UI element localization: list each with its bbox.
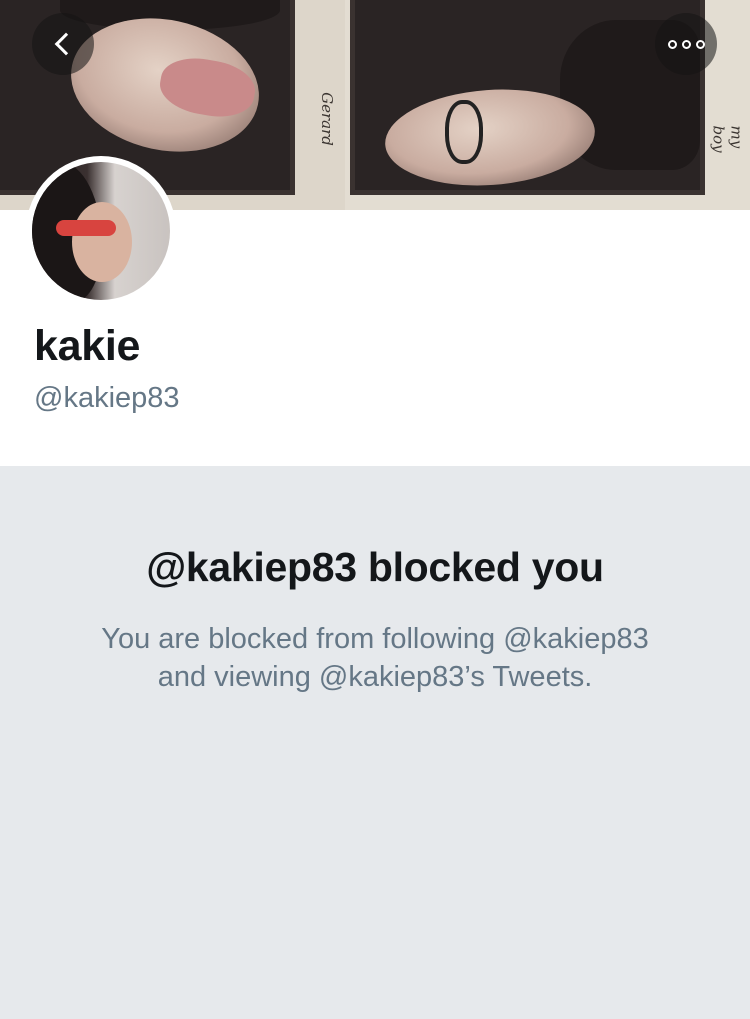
blocked-description: You are blocked from following @kakiep83… (101, 623, 649, 693)
back-button[interactable] (32, 13, 94, 75)
profile-display-name: kakie (34, 322, 141, 370)
banner-scribble-left: Gerard (317, 92, 336, 146)
blocked-title: @kakiep83 blocked you (146, 544, 604, 590)
avatar-image (32, 162, 170, 300)
blocked-notice-panel: @kakiep83 blocked you You are blocked fr… (0, 466, 750, 1019)
banner-scribble-right: my boy (709, 125, 746, 153)
profile-screen: Gerard my boy kakie @kakiep83 @kakiep83 … (0, 0, 750, 1019)
avatar[interactable] (26, 156, 176, 306)
chevron-left-icon (54, 32, 78, 56)
more-horizontal-icon (667, 39, 705, 49)
profile-handle: @kakiep83 (34, 382, 180, 414)
more-options-button[interactable] (655, 13, 717, 75)
